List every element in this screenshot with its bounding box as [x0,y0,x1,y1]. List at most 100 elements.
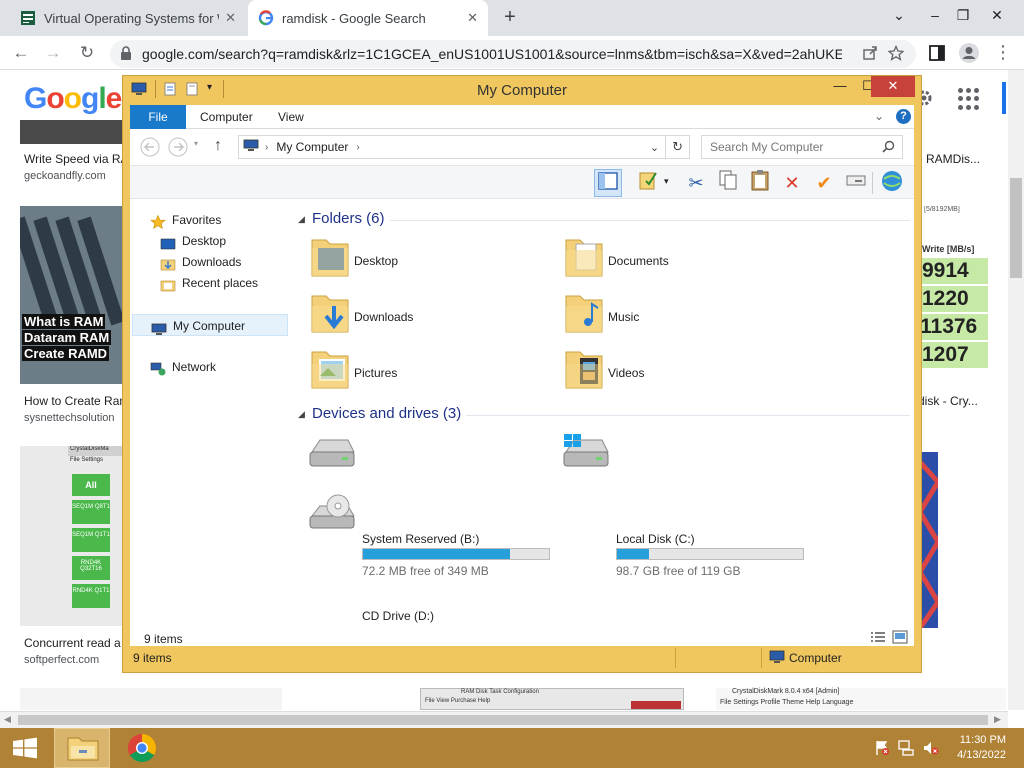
nav-favorites[interactable]: Favorites [150,210,221,230]
tab-virtual-operating-systems[interactable]: Virtual Operating Systems for W ✕ [10,0,246,36]
recent-locations-icon[interactable]: ▾ [194,139,198,148]
drive-name[interactable]: CD Drive (D:) [362,609,434,623]
nav-recent-places[interactable]: Recent places [160,273,258,293]
drive-name[interactable]: Local Disk (C:) [616,532,695,546]
new-tab-button[interactable]: + [498,6,522,30]
horizontal-scroll-thumb[interactable] [18,715,988,725]
back-arrow-icon[interactable] [140,137,160,160]
chrome-taskbar-button[interactable] [114,728,170,768]
rename-check-icon[interactable]: ✔ [810,169,838,197]
folder-label[interactable]: Music [608,310,639,324]
network-status-icon[interactable] [898,740,916,759]
search-icon[interactable] [882,140,895,156]
result-thumbnail[interactable] [920,452,938,628]
preview-pane-icon[interactable] [594,169,622,197]
collapse-drives-icon[interactable]: ◢ [298,409,305,420]
result-thumbnail[interactable] [20,688,282,710]
map-drive-icon[interactable] [842,169,870,197]
folder-label[interactable]: Desktop [354,254,398,268]
drive-name[interactable]: System Reserved (B:) [362,532,479,546]
folder-documents[interactable] [564,234,604,281]
nav-desktop[interactable]: Desktop [160,231,226,251]
drive-local-disk[interactable] [562,434,610,477]
reload-button[interactable]: ↻ [74,40,100,66]
result-caption[interactable]: Concurrent read a [24,636,121,650]
page-horizontal-scrollbar[interactable]: ◀ ▶ [0,711,1008,728]
folder-label[interactable]: Documents [608,254,669,268]
nav-network[interactable]: Network [150,357,216,377]
tab-close-icon[interactable]: ✕ [225,10,236,26]
folder-label[interactable]: Pictures [354,366,397,380]
tab-close-icon[interactable]: ✕ [467,10,478,26]
drives-group-header[interactable]: Devices and drives (3) [312,405,461,422]
benchmark-thumbnail[interactable]: [5/8192MB] Write [MB/s] 9914 1220 11376 … [920,206,988,384]
result-caption[interactable]: disk - Cry... [918,394,978,408]
scroll-right-arrow-icon[interactable]: ▶ [994,714,1001,725]
google-apps-icon[interactable] [958,88,980,110]
close-button[interactable]: ✕ [871,76,915,97]
drive-cd[interactable] [308,494,356,537]
bookmark-star-icon[interactable] [887,44,905,64]
ramdisk-thumbnail[interactable]: What is RAM Dataram RAM Create RAMD [20,206,122,384]
breadcrumb-separator[interactable]: › [356,142,359,153]
breadcrumb-separator[interactable]: › [265,142,268,153]
folder-downloads[interactable] [310,290,350,337]
back-button[interactable]: ← [8,40,34,66]
action-center-flag-icon[interactable] [874,740,890,759]
result-source[interactable]: sysnettechsolution [24,412,115,424]
tab-ramdisk-google-search[interactable]: ramdisk - Google Search ✕ [248,0,488,36]
page-vertical-scrollbar[interactable] [1008,70,1024,710]
minimize-button[interactable]: — [827,76,853,97]
result-caption[interactable]: How to Create Ran [24,394,126,408]
drive-system-reserved[interactable] [308,434,356,477]
restore-button[interactable]: ❐ [946,0,980,32]
side-panel-icon[interactable] [928,44,946,65]
nav-downloads[interactable]: Downloads [160,252,241,272]
folder-pictures[interactable] [310,346,350,393]
tab-search-chevron-icon[interactable]: ⌄ [882,0,916,32]
address-bar[interactable]: google.com/search?q=ramdisk&rlz=1C1GCEA_… [110,40,916,68]
folder-label[interactable]: Downloads [354,310,413,324]
properties-icon[interactable] [634,169,662,197]
crystaldiskmark-thumbnail[interactable]: CrystalDiskMa File Settings All SEQ1M Q8… [20,446,122,626]
result-thumbnail[interactable]: RAM Disk Task Configuration File View Pu… [420,688,684,710]
folder-label[interactable]: Videos [608,366,644,380]
google-logo[interactable]: Google [24,82,122,116]
file-explorer-taskbar-button[interactable] [54,728,110,768]
explorer-title-bar[interactable]: ▾ My Computer — ☐ ✕ [123,76,921,104]
system-clock[interactable]: 11:30 PM 4/13/2022 [957,733,1006,763]
collapse-folders-icon[interactable]: ◢ [298,214,305,225]
result-source[interactable]: geckoandfly.com [24,170,106,182]
forward-arrow-icon[interactable] [168,137,188,160]
breadcrumb-my-computer[interactable]: My Computer [276,140,348,154]
result-source[interactable]: softperfect.com [24,654,99,666]
volume-muted-icon[interactable] [922,740,940,759]
tab-computer[interactable]: Computer [186,105,267,129]
result-thumbnail[interactable]: CrystalDiskMark 8.0.4 x64 [Admin] File S… [716,688,1006,710]
forward-button[interactable]: → [40,40,66,66]
copy-icon[interactable] [714,169,742,197]
nav-my-computer[interactable]: My Computer [132,314,288,336]
folder-music[interactable] [564,290,604,337]
address-dropdown-icon[interactable]: ⌄ [650,141,659,154]
expand-ribbon-icon[interactable]: ⌄ [874,109,884,123]
result-caption[interactable]: Write Speed via RA [24,152,129,166]
refresh-icon[interactable]: ↻ [672,139,683,155]
properties-dropdown-icon[interactable]: ▾ [664,176,669,187]
up-arrow-icon[interactable]: ↑ [214,137,222,155]
cut-icon[interactable]: ✂ [682,169,710,197]
folder-videos[interactable] [564,346,604,393]
paste-icon[interactable] [746,169,774,197]
result-caption[interactable]: RAMDis... [926,152,980,166]
lock-icon[interactable] [120,45,132,63]
start-button[interactable] [0,728,50,768]
large-icons-view-icon[interactable] [892,630,908,647]
profile-avatar-icon[interactable] [958,42,980,67]
help-icon[interactable]: ? [896,109,911,124]
address-box[interactable]: › My Computer › ⌄ ↻ [238,135,690,159]
tab-view[interactable]: View [264,105,318,129]
search-input[interactable]: Search My Computer [701,135,903,159]
folders-group-header[interactable]: Folders (6) [312,210,385,227]
network-globe-icon[interactable] [878,169,906,197]
folder-desktop[interactable] [310,234,350,281]
